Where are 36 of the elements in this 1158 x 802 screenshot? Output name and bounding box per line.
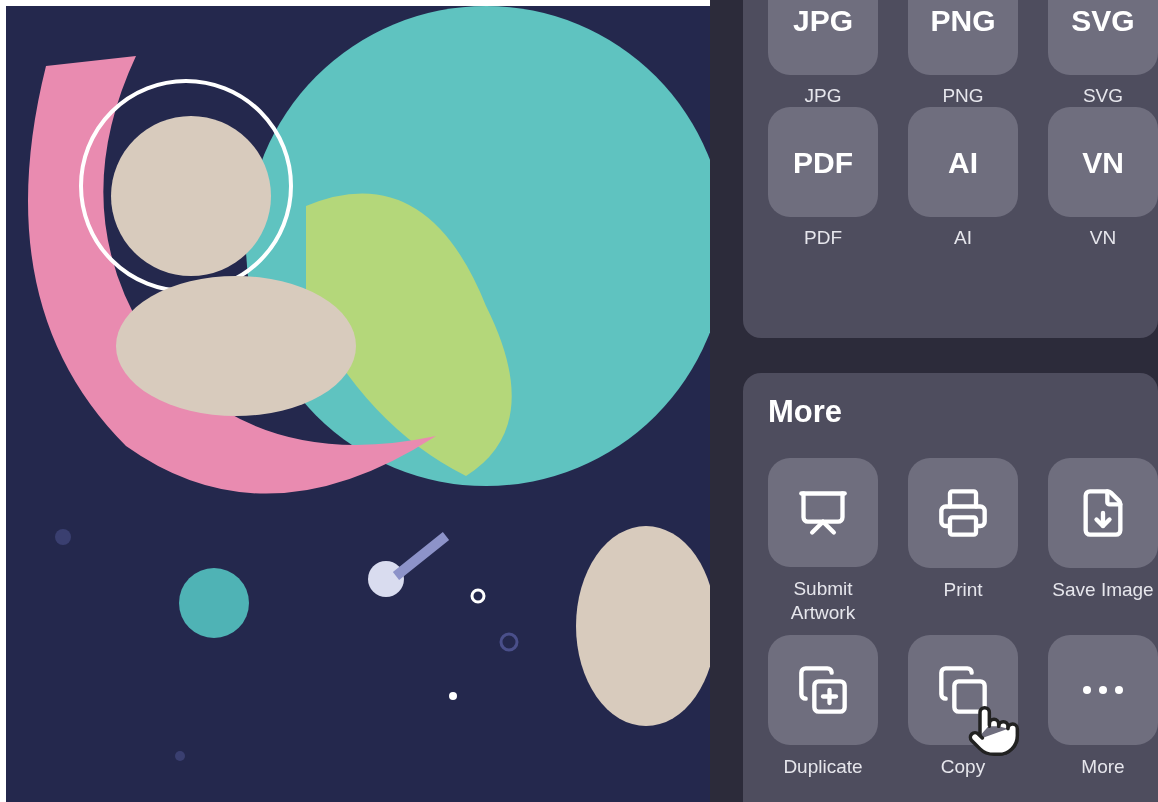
format-label: AI: [954, 227, 972, 249]
action-tile[interactable]: [1048, 635, 1158, 745]
format-tile[interactable]: JPG: [768, 0, 878, 75]
format-tile[interactable]: PNG: [908, 0, 1018, 75]
format-badge-text: VN: [1082, 144, 1124, 181]
section-title: More: [768, 395, 844, 429]
action-label: Duplicate: [782, 755, 864, 779]
action-tile[interactable]: [768, 635, 878, 745]
action-tile[interactable]: [908, 635, 1018, 745]
format-label: SVG: [1082, 85, 1124, 107]
format-label: PDF: [804, 227, 842, 249]
action-label: Save Image: [1051, 578, 1155, 602]
format-badge-text: PNG: [930, 2, 996, 39]
action-tile[interactable]: [908, 458, 1018, 568]
printer-icon: [937, 487, 989, 539]
format-tile[interactable]: AI: [908, 107, 1018, 217]
action-label: More: [1080, 755, 1126, 779]
hand-pointer-icon: [966, 703, 1022, 759]
format-badge-text: PDF: [793, 144, 853, 181]
more-icon: [1083, 686, 1123, 694]
copy-icon: [937, 664, 989, 716]
format-tile[interactable]: SVG: [1048, 0, 1158, 75]
format-label: JPG: [804, 85, 842, 107]
action-label: Copy: [939, 755, 987, 779]
action-label: Print: [942, 578, 984, 602]
duplicate-icon: [797, 664, 849, 716]
format-label: VN: [1089, 227, 1117, 249]
format-tile[interactable]: PDF: [768, 107, 878, 217]
format-badge-text: SVG: [1071, 2, 1135, 39]
format-badge-text: JPG: [793, 2, 853, 39]
action-tile[interactable]: [1048, 458, 1158, 568]
format-badge-text: AI: [948, 144, 978, 181]
action-tile[interactable]: [768, 458, 878, 567]
format-tile[interactable]: VN: [1048, 107, 1158, 217]
action-label: Submit Artwork: [789, 577, 857, 625]
format-label: PNG: [942, 85, 984, 107]
